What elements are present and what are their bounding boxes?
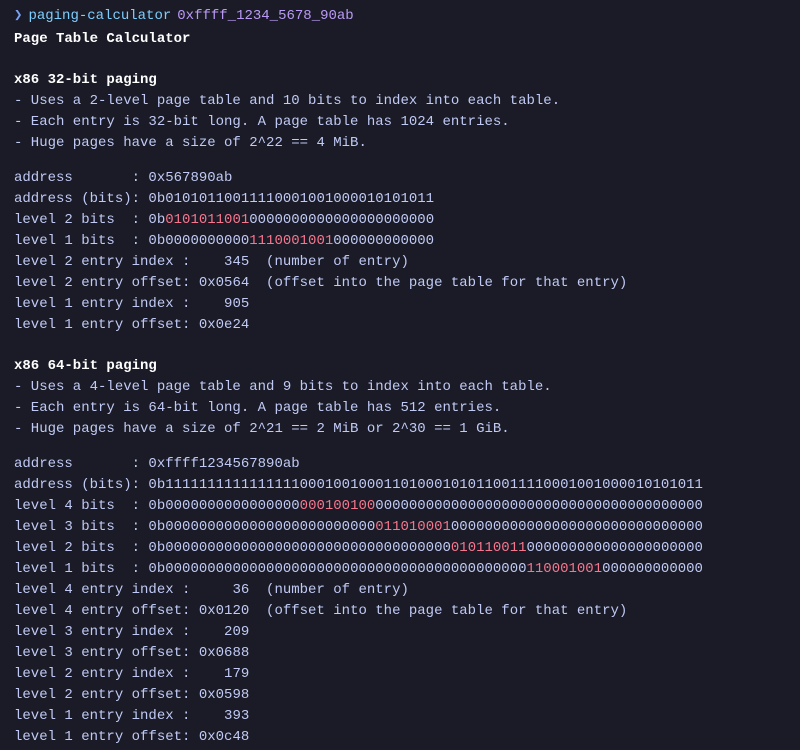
bits-hl: 110001001 <box>527 561 603 577</box>
value: 0x0c48 <box>190 729 249 745</box>
prompt-arrow-icon: ❯ <box>14 6 22 27</box>
pre: 0b <box>140 212 165 228</box>
x86-64-l1-offset: level 1 entry offset: 0x0c48 <box>14 727 786 748</box>
x86-64-l2-index: level 2 entry index : 179 <box>14 664 786 685</box>
page-title: Page Table Calculator <box>14 29 786 50</box>
label: level 2 entry offset: <box>14 275 190 291</box>
pre: 0b0000000000000000000000000 <box>140 519 375 535</box>
x86-64-level4-bits: level 4 bits : 0b00000000000000000001001… <box>14 496 786 517</box>
x86-64-address-bits: address (bits): 0b1111111111111111000100… <box>14 475 786 496</box>
label: level 2 entry index : <box>14 666 190 682</box>
x86-32-bullet-1: - Uses a 2-level page table and 10 bits … <box>14 91 786 112</box>
label: level 2 entry offset: <box>14 687 190 703</box>
x86-64-level3-bits: level 3 bits : 0b00000000000000000000000… <box>14 517 786 538</box>
label: level 3 entry offset: <box>14 645 190 661</box>
label: level 2 bits : <box>14 540 140 556</box>
comment: (number of entry) <box>249 582 409 598</box>
post: 000000000000000000000 <box>527 540 703 556</box>
value: 0x0564 <box>190 275 249 291</box>
value: 36 <box>190 582 249 598</box>
value: 905 <box>190 296 249 312</box>
comment: (number of entry) <box>249 254 409 270</box>
value: 393 <box>190 708 249 724</box>
x86-32-level1-bits: level 1 bits : 0b00000000001110001001000… <box>14 231 786 252</box>
x86-64-l3-index: level 3 entry index : 209 <box>14 622 786 643</box>
value: 0x0688 <box>190 645 249 661</box>
x86-32-l2-offset: level 2 entry offset: 0x0564 (offset int… <box>14 273 786 294</box>
x86-64-l4-offset: level 4 entry offset: 0x0120 (offset int… <box>14 601 786 622</box>
label: level 4 bits : <box>14 498 140 514</box>
pre: 0b0000000000000000 <box>140 498 300 514</box>
label: address (bits): <box>14 477 140 493</box>
bits-hl: 010110011 <box>451 540 527 556</box>
x86-32-bullet-2: - Each entry is 32-bit long. A page tabl… <box>14 112 786 133</box>
x86-64-header: x86 64-bit paging <box>14 356 786 377</box>
x86-32-bullet-3: - Huge pages have a size of 2^22 == 4 Mi… <box>14 133 786 154</box>
x86-64-l2-offset: level 2 entry offset: 0x0598 <box>14 685 786 706</box>
pre: 0b0000000000000000000000000000000000 <box>140 540 451 556</box>
value: 0b01010110011110001001000010101011 <box>140 191 434 207</box>
x86-32-address: address : 0x567890ab <box>14 168 786 189</box>
label: level 1 bits : <box>14 233 140 249</box>
label: level 1 entry offset: <box>14 729 190 745</box>
x86-32-l2-index: level 2 entry index : 345 (number of ent… <box>14 252 786 273</box>
post: 000000000000 <box>602 561 703 577</box>
label: level 1 entry offset: <box>14 317 190 333</box>
label: address (bits): <box>14 191 140 207</box>
label: level 1 entry index : <box>14 296 190 312</box>
post: 000000000000000000000000000000000000000 <box>375 498 703 514</box>
comment: (offset into the page table for that ent… <box>249 603 627 619</box>
value: 0x567890ab <box>140 170 232 186</box>
command-arg: 0xffff_1234_5678_90ab <box>177 6 353 27</box>
label: level 2 bits : <box>14 212 140 228</box>
label: level 2 entry index : <box>14 254 190 270</box>
x86-64-bullet-1: - Uses a 4-level page table and 9 bits t… <box>14 377 786 398</box>
x86-64-l3-offset: level 3 entry offset: 0x0688 <box>14 643 786 664</box>
x86-64-l1-index: level 1 entry index : 393 <box>14 706 786 727</box>
x86-64-l4-index: level 4 entry index : 36 (number of entr… <box>14 580 786 601</box>
pre: 0b00000000000000000000000000000000000000… <box>140 561 526 577</box>
post: 000000000000000000000000000000 <box>451 519 703 535</box>
label: level 4 entry index : <box>14 582 190 598</box>
label: address : <box>14 456 140 472</box>
label: level 1 bits : <box>14 561 140 577</box>
bits-hl: 0101011001 <box>165 212 249 228</box>
x86-32-l1-index: level 1 entry index : 905 <box>14 294 786 315</box>
bits-hl: 1110001001 <box>249 233 333 249</box>
command-name: paging-calculator <box>28 6 171 27</box>
x86-64-level1-bits: level 1 bits : 0b00000000000000000000000… <box>14 559 786 580</box>
prompt-line: ❯ paging-calculator 0xffff_1234_5678_90a… <box>14 6 786 27</box>
value: 209 <box>190 624 249 640</box>
label: level 3 bits : <box>14 519 140 535</box>
x86-32-address-bits: address (bits): 0b0101011001111000100100… <box>14 189 786 210</box>
x86-64-bullet-2: - Each entry is 64-bit long. A page tabl… <box>14 398 786 419</box>
x86-32-header: x86 32-bit paging <box>14 70 786 91</box>
label: address : <box>14 170 140 186</box>
bits-hl: 000100100 <box>300 498 376 514</box>
x86-64-level2-bits: level 2 bits : 0b00000000000000000000000… <box>14 538 786 559</box>
value: 345 <box>190 254 249 270</box>
x86-32-l1-offset: level 1 entry offset: 0x0e24 <box>14 315 786 336</box>
x86-32-level2-bits: level 2 bits : 0b01010110010000000000000… <box>14 210 786 231</box>
x86-64-bullet-3: - Huge pages have a size of 2^21 == 2 Mi… <box>14 419 786 440</box>
label: level 4 entry offset: <box>14 603 190 619</box>
value: 0x0e24 <box>190 317 249 333</box>
comment: (offset into the page table for that ent… <box>249 275 627 291</box>
label: level 3 entry index : <box>14 624 190 640</box>
bits-hl: 011010001 <box>375 519 451 535</box>
value: 179 <box>190 666 249 682</box>
post: 0000000000000000000000 <box>249 212 434 228</box>
x86-64-address: address : 0xffff1234567890ab <box>14 454 786 475</box>
label: level 1 entry index : <box>14 708 190 724</box>
post: 000000000000 <box>333 233 434 249</box>
value: 0x0120 <box>190 603 249 619</box>
value: 0xffff1234567890ab <box>140 456 300 472</box>
value: 0x0598 <box>190 687 249 703</box>
value: 0b11111111111111110001001000110100010101… <box>140 477 703 493</box>
pre: 0b0000000000 <box>140 233 249 249</box>
